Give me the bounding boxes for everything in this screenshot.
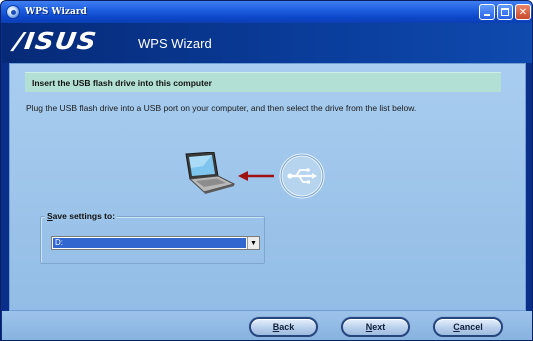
asus-logo: /ISUS xyxy=(12,28,99,56)
instructions-text: Plug the USB flash drive into a USB port… xyxy=(26,103,417,113)
back-button[interactable]: Back xyxy=(249,317,318,337)
title-bar[interactable]: WPS Wizard ✕ xyxy=(1,1,532,23)
cancel-button[interactable]: Cancel xyxy=(433,317,503,337)
usb-icon xyxy=(279,153,325,199)
dropdown-button[interactable]: ▼ xyxy=(247,237,259,249)
section-title: Insert the USB flash drive into this com… xyxy=(25,72,501,92)
app-title: WPS Wizard xyxy=(138,36,212,51)
drive-select[interactable]: D: ▼ xyxy=(51,236,260,250)
laptop-icon xyxy=(185,152,236,194)
save-settings-label: Save settings to: xyxy=(45,211,118,221)
window-title: WPS Wizard xyxy=(25,7,87,17)
wizard-globe-icon xyxy=(6,5,20,19)
window-controls: ✕ xyxy=(479,4,531,20)
close-icon: ✕ xyxy=(518,6,528,18)
minimize-icon xyxy=(484,14,490,16)
maximize-icon xyxy=(501,8,509,16)
arrow-left-icon xyxy=(238,171,274,181)
content-panel xyxy=(9,63,526,311)
app-header: /ISUS WPS Wizard xyxy=(2,23,532,63)
wps-wizard-window: WPS Wizard ✕ /ISUS WPS Wizard Insert the… xyxy=(0,0,533,341)
next-button[interactable]: Next xyxy=(341,317,410,337)
close-button[interactable]: ✕ xyxy=(515,4,531,20)
maximize-button[interactable] xyxy=(497,4,513,20)
minimize-button[interactable] xyxy=(479,4,495,20)
chevron-down-icon: ▼ xyxy=(250,239,257,247)
drive-select-value[interactable]: D: xyxy=(53,238,246,248)
